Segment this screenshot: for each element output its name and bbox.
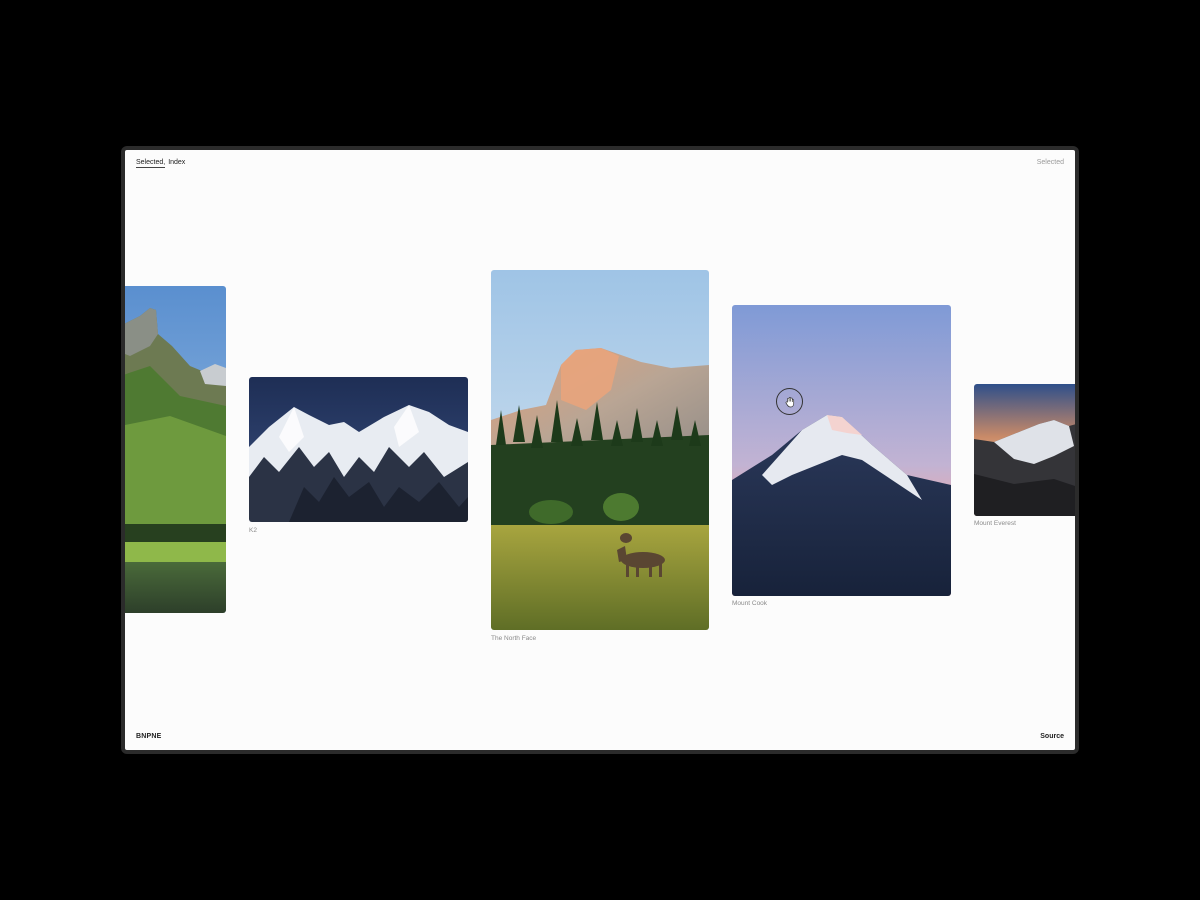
the-north-face-image [491, 270, 709, 630]
gallery-card-the-north-face[interactable] [491, 270, 709, 630]
card-caption-the-north-face: The North Face [491, 635, 537, 642]
hand-grab-icon [776, 388, 803, 415]
top-nav: Selected, Index [136, 159, 185, 168]
k2-image [249, 377, 468, 522]
gallery-screen: Selected, Index Selected K2 The North Fa… [125, 150, 1075, 750]
gallery-card-k2[interactable] [249, 377, 468, 522]
gallery-card-mount-everest[interactable] [974, 384, 1075, 516]
card-caption-mount-cook: Mount Cook [732, 600, 768, 607]
mount-everest-image [974, 384, 1075, 516]
nav-selected-link[interactable]: Selected, [136, 159, 166, 168]
source-link[interactable]: Source [1040, 733, 1064, 740]
alpine-image [125, 286, 226, 613]
current-section-label: Selected [1036, 159, 1064, 166]
brand-logo[interactable]: BNPNE [136, 733, 162, 740]
card-caption-k2: K2 [249, 527, 257, 534]
gallery-card-alpine[interactable] [125, 286, 226, 613]
card-caption-mount-everest: Mount Everest [974, 520, 1016, 527]
nav-index-link[interactable]: Index [168, 159, 185, 168]
mount-cook-image [732, 305, 951, 596]
gallery-card-mount-cook[interactable] [732, 305, 951, 596]
